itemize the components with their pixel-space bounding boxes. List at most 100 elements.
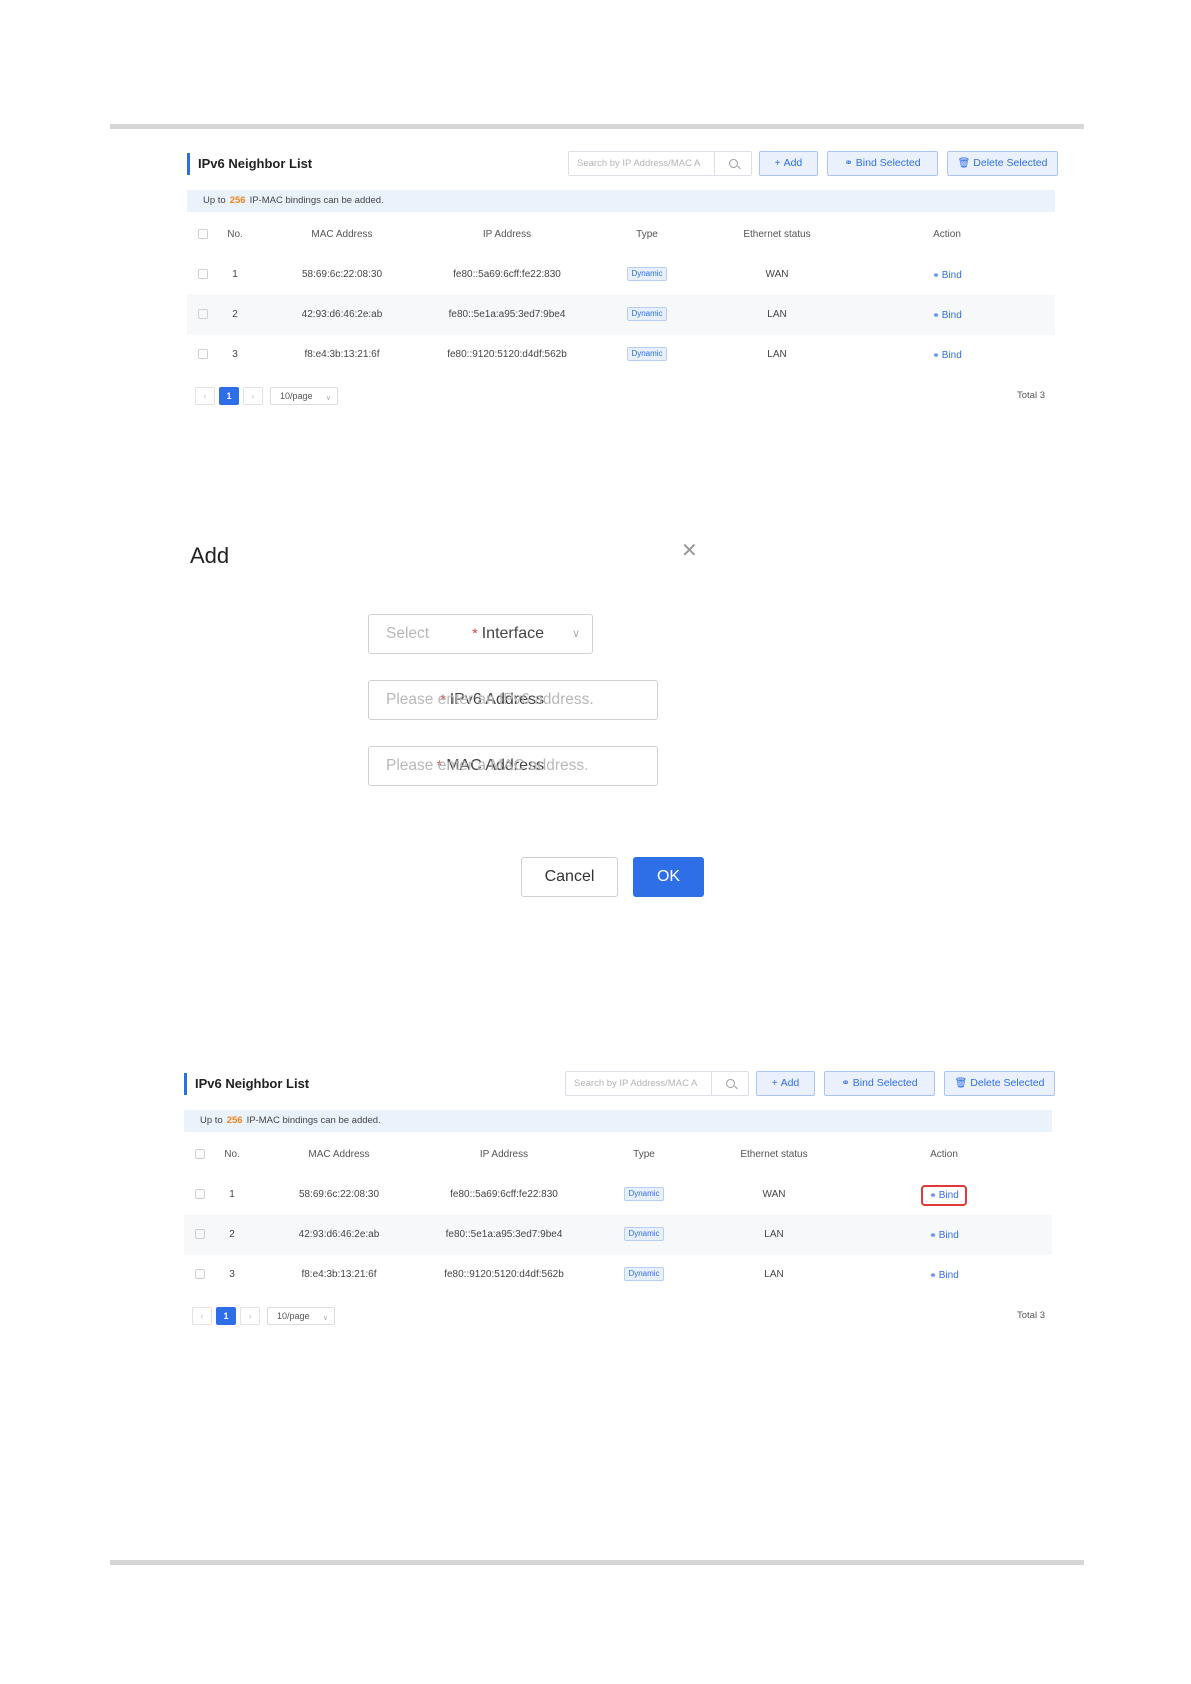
- delete-selected-button[interactable]: 🗑 Delete Selected: [947, 151, 1058, 176]
- mac-address-input[interactable]: Please enter a MAC address.: [368, 746, 658, 786]
- page-size-select[interactable]: 10/page ∨: [267, 1307, 335, 1325]
- search-input[interactable]: Search by IP Address/MAC A: [565, 1071, 712, 1096]
- add-button-label: Add: [783, 157, 803, 169]
- cancel-button[interactable]: Cancel: [521, 857, 618, 897]
- notice-prefix: Up to: [200, 1115, 223, 1126]
- trash-icon: 🗑: [957, 158, 971, 169]
- row-no: 2: [229, 1229, 235, 1240]
- bind-link[interactable]: ⚭ Bind: [926, 307, 968, 324]
- search-button[interactable]: [714, 151, 752, 176]
- row-ip: fe80::9120:5120:d4df:562b: [447, 349, 567, 360]
- table-row: 1 58:69:6c:22:08:30 fe80::5a69:6cff:fe22…: [184, 1175, 1052, 1215]
- notice-suffix: IP-MAC bindings can be added.: [246, 1115, 381, 1126]
- table-row: 2 42:93:d6:46:2e:ab fe80::5e1a:a95:3ed7:…: [187, 295, 1055, 335]
- type-badge: Dynamic: [627, 267, 667, 282]
- link-icon: ⚭: [844, 158, 853, 169]
- type-badge: Dynamic: [624, 1227, 664, 1242]
- page-1-button[interactable]: 1: [219, 387, 239, 405]
- table-row: 1 58:69:6c:22:08:30 fe80::5a69:6cff:fe22…: [187, 255, 1055, 295]
- table-header: No. MAC Address IP Address Type Ethernet…: [187, 215, 1055, 255]
- panel-title: IPv6 Neighbor List: [184, 1073, 309, 1095]
- row-checkbox[interactable]: [198, 309, 208, 320]
- next-page-button[interactable]: ›: [240, 1307, 260, 1325]
- row-checkbox[interactable]: [198, 349, 208, 360]
- chevron-down-icon: ∨: [322, 1315, 328, 1322]
- close-icon[interactable]: ✕: [681, 541, 698, 561]
- col-no: No.: [227, 229, 243, 240]
- bind-selected-button[interactable]: ⚭ Bind Selected: [827, 151, 938, 176]
- select-all-checkbox[interactable]: [195, 1149, 205, 1160]
- col-type: Type: [633, 1149, 655, 1160]
- row-no: 3: [232, 349, 238, 360]
- total-count: Total 3: [1017, 390, 1045, 401]
- page-1-button[interactable]: 1: [216, 1307, 236, 1325]
- search-input[interactable]: Search by IP Address/MAC A: [568, 151, 715, 176]
- row-eth: LAN: [764, 1269, 784, 1280]
- bind-selected-button[interactable]: ⚭ Bind Selected: [824, 1071, 935, 1096]
- delete-selected-button[interactable]: 🗑 Delete Selected: [944, 1071, 1055, 1096]
- row-ip: fe80::9120:5120:d4df:562b: [444, 1269, 564, 1280]
- link-icon: ⚭: [932, 270, 940, 280]
- row-no: 2: [232, 309, 238, 320]
- bind-link[interactable]: ⚭ Bind: [923, 1227, 965, 1244]
- bind-link-label: Bind: [941, 270, 962, 281]
- row-eth: LAN: [767, 349, 787, 360]
- search-icon: [726, 1079, 735, 1088]
- bind-link-highlighted[interactable]: ⚭ Bind: [921, 1185, 967, 1206]
- page-size-select[interactable]: 10/page ∨: [270, 387, 338, 405]
- bind-selected-label: Bind Selected: [852, 1077, 918, 1089]
- add-button[interactable]: + Add: [759, 151, 818, 176]
- bind-link[interactable]: ⚭ Bind: [926, 347, 968, 364]
- row-checkbox[interactable]: [195, 1189, 205, 1200]
- delete-selected-label: Delete Selected: [970, 1077, 1045, 1089]
- col-mac: MAC Address: [311, 229, 373, 240]
- col-eth: Ethernet status: [743, 229, 811, 240]
- prev-page-button[interactable]: ‹: [195, 387, 215, 405]
- chevron-down-icon: ∨: [571, 628, 580, 640]
- plus-icon: +: [774, 158, 781, 169]
- col-type: Type: [636, 229, 658, 240]
- link-icon: ⚭: [929, 1270, 937, 1280]
- table-header: No. MAC Address IP Address Type Ethernet…: [184, 1135, 1052, 1175]
- row-mac: 42:93:d6:46:2e:ab: [298, 1229, 380, 1240]
- type-badge: Dynamic: [624, 1267, 664, 1282]
- table-row: 3 f8:e4:3b:13:21:6f fe80::9120:5120:d4df…: [187, 335, 1055, 375]
- add-button-label: Add: [780, 1077, 800, 1089]
- binding-notice: Up to 256 IP-MAC bindings can be added.: [187, 190, 1055, 212]
- notice-prefix: Up to: [203, 195, 226, 206]
- panel-title: IPv6 Neighbor List: [187, 153, 312, 175]
- row-checkbox[interactable]: [195, 1229, 205, 1240]
- interface-placeholder: Select: [386, 625, 430, 642]
- row-checkbox[interactable]: [195, 1269, 205, 1280]
- bind-link[interactable]: ⚭ Bind: [923, 1267, 965, 1284]
- ok-button[interactable]: OK: [633, 857, 704, 897]
- col-eth: Ethernet status: [740, 1149, 808, 1160]
- search-icon: [729, 159, 738, 168]
- row-eth: LAN: [764, 1229, 784, 1240]
- binding-notice: Up to 256 IP-MAC bindings can be added.: [184, 1110, 1052, 1132]
- add-button[interactable]: + Add: [756, 1071, 815, 1096]
- search-button[interactable]: [711, 1071, 749, 1096]
- col-ip: IP Address: [482, 229, 532, 240]
- bind-link[interactable]: ⚭ Bind: [926, 267, 968, 284]
- bind-link-label: Bind: [938, 1190, 959, 1201]
- row-no: 3: [229, 1269, 235, 1280]
- row-ip: fe80::5a69:6cff:fe22:830: [450, 1189, 558, 1200]
- next-page-button[interactable]: ›: [243, 387, 263, 405]
- notice-count: 256: [229, 195, 246, 206]
- col-no: No.: [224, 1149, 240, 1160]
- row-no: 1: [232, 269, 238, 280]
- notice-count: 256: [226, 1115, 243, 1126]
- chevron-down-icon: ∨: [325, 395, 331, 402]
- link-icon: ⚭: [841, 1078, 850, 1089]
- col-action: Action: [933, 229, 961, 240]
- row-mac: 58:69:6c:22:08:30: [301, 269, 383, 280]
- interface-select[interactable]: Select ∨: [368, 614, 593, 654]
- row-eth: WAN: [762, 1189, 786, 1200]
- row-checkbox[interactable]: [198, 269, 208, 280]
- prev-page-button[interactable]: ‹: [192, 1307, 212, 1325]
- bind-link-label: Bind: [938, 1230, 959, 1241]
- ipv6-address-input[interactable]: Please enter an IPv6 address.: [368, 680, 658, 720]
- dialog-title: Add: [190, 543, 230, 568]
- select-all-checkbox[interactable]: [198, 229, 208, 240]
